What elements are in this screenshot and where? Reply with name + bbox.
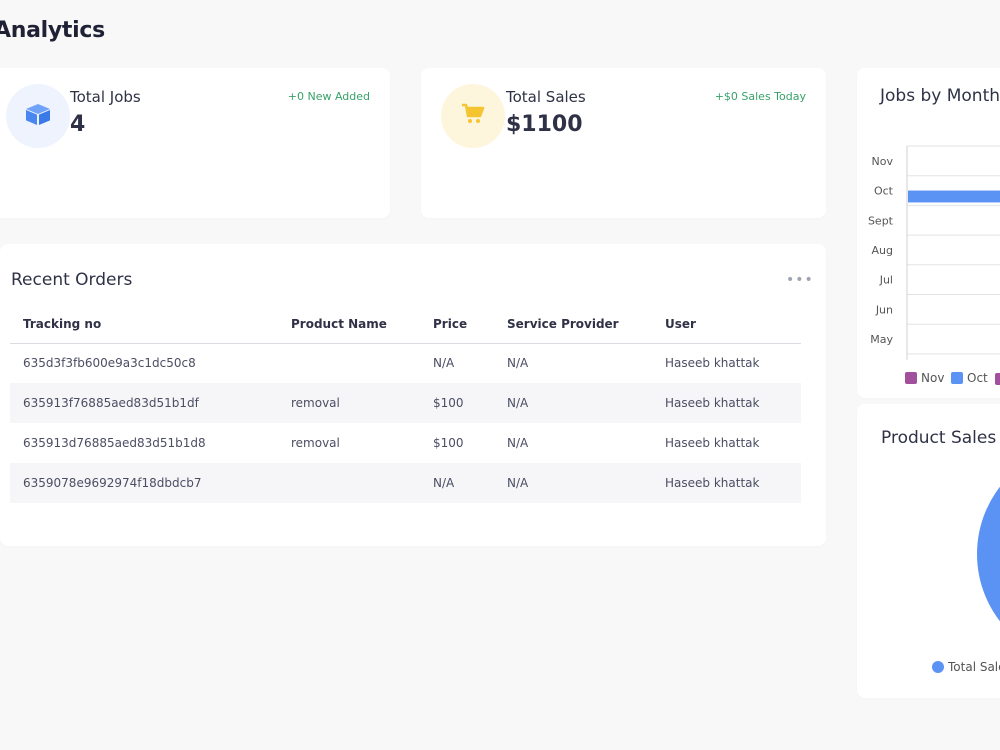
cell-user: Haseeb khattak: [652, 463, 801, 503]
jobs-by-month-card: Jobs by Month Nov Oct Sept Aug Jul Jun May Nov…: [857, 68, 1000, 398]
cell-user: Haseeb khattak: [665, 356, 760, 371]
column-header-provider[interactable]: Service Provider: [494, 306, 652, 344]
product-sales-pie: [977, 486, 1000, 622]
recent-orders-title: Recent Orders: [11, 270, 133, 290]
box-icon: [24, 102, 52, 130]
total-sales-badge: +$0 Sales Today: [714, 90, 806, 103]
cell-price: $100: [420, 383, 494, 423]
cart-icon: [461, 103, 485, 129]
cell-user: Haseeb khattak: [652, 383, 801, 423]
cell-product: [278, 463, 420, 503]
table-row[interactable]: 635913d76885aed83d51b1d8 removal $100 N/…: [10, 423, 801, 463]
y-tick-label: Oct: [874, 185, 894, 198]
product-sales-card: Product Sales Total Sale: [857, 404, 1000, 698]
legend-swatch-oct: [951, 372, 963, 384]
y-tick-label: Nov: [872, 155, 894, 168]
legend-label-oct: Oct: [967, 371, 988, 385]
jobs-by-month-chart: Nov Oct Sept Aug Jul Jun May: [868, 145, 1000, 360]
cell-product: [278, 343, 420, 383]
cell-provider: N/A: [494, 463, 652, 503]
cell-tracking: 635d3f3fb600e9a3c1dc50c8: [23, 356, 196, 371]
column-header-user[interactable]: User: [652, 306, 801, 344]
y-tick-label: May: [870, 333, 893, 346]
y-tick-label: Sept: [868, 214, 894, 227]
recent-orders-card: Recent Orders ••• Tracking no Product Na…: [0, 244, 826, 546]
cell-provider: N/A: [494, 383, 652, 423]
legend-item-oct[interactable]: Oct: [951, 371, 988, 385]
legend-swatch-nov: [905, 372, 917, 384]
total-jobs-icon-wrap: [6, 84, 70, 148]
table-row[interactable]: 635913f76885aed83d51b1df removal $100 N/…: [10, 383, 801, 423]
table-row[interactable]: 635d3f3fb600e9a3c1dc50c8 N/A N/A Haseeb …: [10, 343, 801, 383]
pie-slice-total-sale: [977, 486, 1000, 622]
cell-tracking: 6359078e9692974f18dbdcb7: [10, 463, 278, 503]
cell-price: $100: [433, 436, 464, 450]
total-sales-value: $1100: [506, 112, 583, 137]
column-header-tracking[interactable]: Tracking no: [10, 306, 278, 344]
cell-user: Haseeb khattak: [665, 436, 760, 450]
legend-dot-total-sale: [932, 661, 944, 673]
cell-product: removal: [291, 436, 340, 450]
total-sales-icon-wrap: [441, 84, 505, 148]
cell-tracking: 635913f76885aed83d51b1df: [10, 383, 278, 423]
column-header-product[interactable]: Product Name: [278, 306, 420, 344]
more-horizontal-icon[interactable]: •••: [786, 272, 814, 288]
y-tick-label: Jul: [879, 274, 893, 287]
y-tick-label: Aug: [872, 244, 893, 257]
jobs-chart-title: Jobs by Month: [880, 86, 1000, 106]
legend-swatch-partial: [995, 373, 1000, 385]
total-jobs-badge: +0 New Added: [287, 90, 370, 103]
cell-price: N/A: [420, 463, 494, 503]
legend-item-nov[interactable]: Nov: [905, 371, 944, 385]
bar-oct-oct: [908, 190, 1000, 203]
column-header-price[interactable]: Price: [420, 306, 494, 344]
total-jobs-card: Total Jobs 4 +0 New Added: [0, 68, 390, 218]
total-sales-title: Total Sales: [506, 88, 586, 106]
legend-label-total-sale: Total Sale: [948, 660, 1000, 674]
y-tick-label: Jun: [875, 303, 893, 316]
cell-price: N/A: [433, 356, 455, 371]
orders-table: Tracking no Product Name Price Service P…: [10, 306, 801, 503]
page-title: Analytics: [0, 18, 105, 43]
total-jobs-title: Total Jobs: [70, 88, 141, 106]
legend-item-total-sale[interactable]: Total Sale: [932, 660, 1000, 674]
product-sales-title: Product Sales: [881, 428, 997, 448]
table-row[interactable]: 6359078e9692974f18dbdcb7 N/A N/A Haseeb …: [10, 463, 801, 503]
cell-tracking: 635913d76885aed83d51b1d8: [23, 436, 206, 450]
total-sales-card: Total Sales $1100 +$0 Sales Today: [421, 68, 826, 218]
cell-product: removal: [278, 383, 420, 423]
cell-provider: N/A: [507, 356, 529, 371]
legend-label-nov: Nov: [921, 371, 945, 385]
total-jobs-value: 4: [70, 112, 86, 137]
table-header-row: Tracking no Product Name Price Service P…: [10, 306, 801, 344]
cell-provider: N/A: [507, 436, 529, 450]
